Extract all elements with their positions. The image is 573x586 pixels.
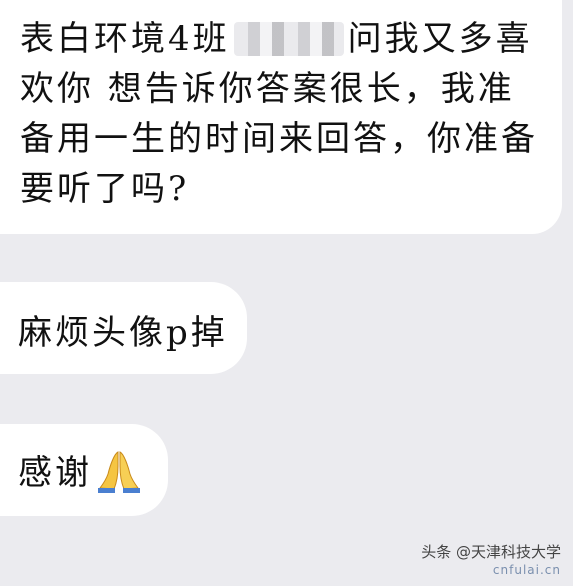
message-text-segment: 感谢	[18, 453, 92, 493]
watermark-label: 头条 @天津科技大学	[421, 543, 561, 561]
message-bubble-2: 麻烦头像p掉	[0, 282, 247, 374]
watermark: 头条 @天津科技大学 cnfulai.cn	[421, 544, 561, 578]
message-bubble-1: 表白环境4班 问我又多喜 欢你 想告诉你答案很长，我准 备用一生的时间来回答，你准…	[0, 0, 562, 234]
message-text-3: 感谢	[18, 448, 168, 498]
message-bubble-3: 感谢	[0, 424, 168, 516]
message-line: 备用一生的时间来回答，你准备	[20, 119, 538, 159]
message-text-1: 表白环境4班 问我又多喜 欢你 想告诉你答案很长，我准 备用一生的时间来回答，你准…	[20, 14, 540, 214]
message-line: 表白环境4班 问我又多喜	[20, 14, 540, 64]
message-text-segment: 问我又多喜	[347, 19, 533, 59]
message-line: 要听了吗?	[20, 169, 190, 209]
message-text-2: 麻烦头像p掉	[18, 313, 228, 353]
blurred-name-redaction	[233, 22, 344, 56]
message-line: 欢你 想告诉你答案很长，我准	[20, 69, 515, 109]
message-text-segment: 表白环境4班	[20, 19, 230, 59]
folded-hands-icon	[98, 451, 140, 493]
watermark-site: cnfulai.cn	[492, 563, 561, 577]
